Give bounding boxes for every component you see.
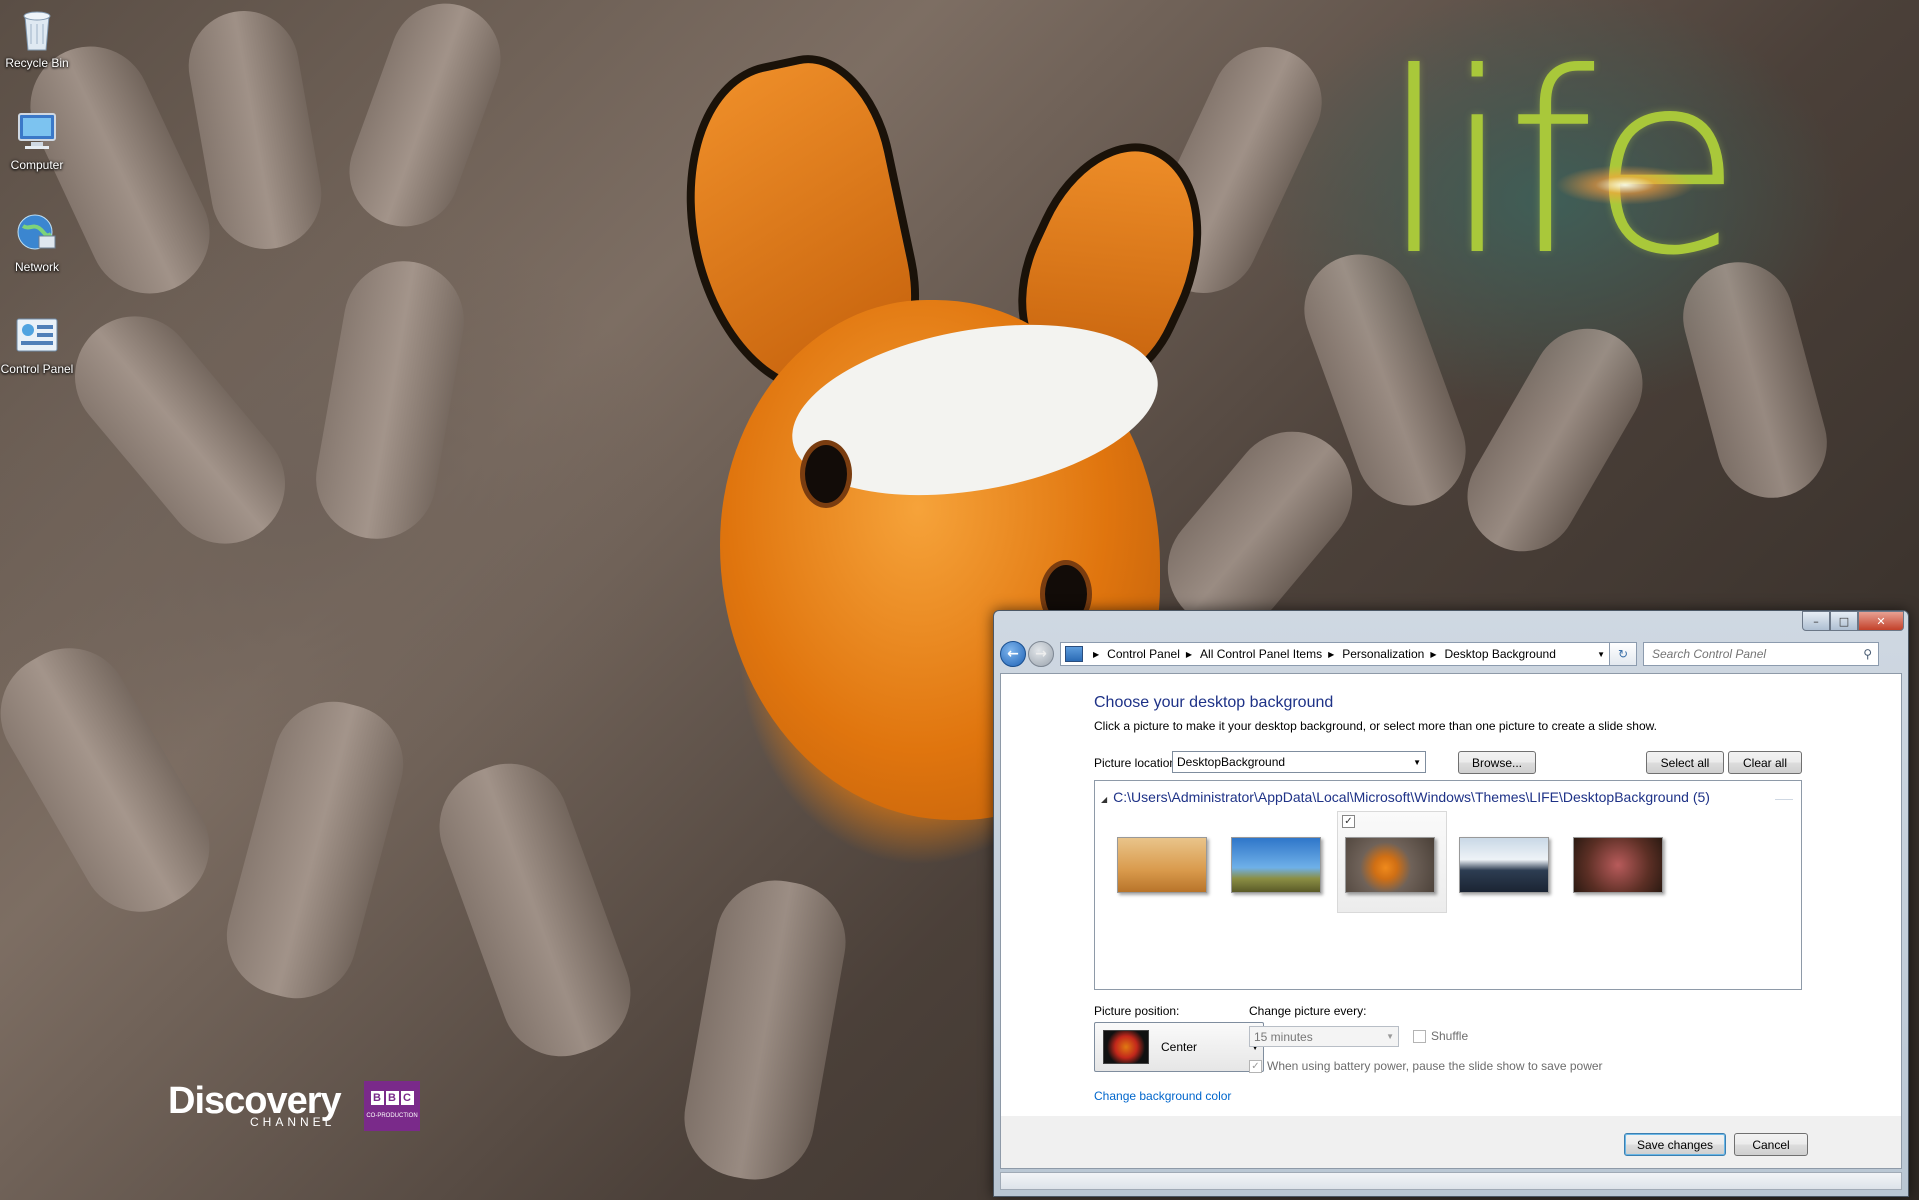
bbc-logo: B B C CO-PRODUCTION [364,1081,420,1131]
desktop-icon-label: Control Panel [0,362,74,376]
desktop-icon-control-panel[interactable]: Control Panel [0,306,74,376]
battery-checkbox[interactable]: ✓ [1249,1059,1262,1073]
page-subtitle: Click a picture to make it your desktop … [1094,719,1657,733]
picture-location-label: Picture location: [1094,756,1180,770]
group-divider [1775,799,1793,800]
picture-position-label: Picture position: [1094,1004,1180,1018]
browse-button[interactable]: Browse... [1458,751,1536,774]
forward-arrow-icon: → [1035,646,1047,662]
desktop-icon-recycle-bin[interactable]: Recycle Bin [0,0,74,70]
picture-location-select[interactable]: DesktopBackground ▼ [1172,751,1426,773]
folder-group-header[interactable]: ◢ C:\Users\Administrator\AppData\Local\Mi… [1101,789,1710,805]
picture-gallery: ◢ C:\Users\Administrator\AppData\Local\Mi… [1094,780,1802,990]
breadcrumb-separator-icon[interactable]: ▶ [1093,650,1099,659]
page-title: Choose your desktop background [1094,694,1334,711]
breadcrumb-separator-icon[interactable]: ▶ [1430,650,1436,659]
desktop-icon-label: Computer [10,158,64,172]
change-every-select[interactable]: 15 minutes ▼ [1249,1026,1399,1047]
breadcrumb-desktop-background[interactable]: Desktop Background [1444,647,1555,661]
bbc-letter: B [370,1091,384,1105]
position-preview [1103,1030,1149,1064]
address-dropdown-icon[interactable]: ▼ [1597,650,1605,659]
refresh-icon: ↻ [1617,647,1629,661]
picture-location-value: DesktopBackground [1177,755,1286,769]
forward-button[interactable]: → [1028,641,1054,667]
desktop-icon-label: Recycle Bin [5,56,69,70]
shuffle-checkbox[interactable] [1413,1029,1426,1043]
bbc-letter: C [400,1091,414,1105]
thumbnail-clownfish[interactable] [1345,837,1435,893]
picture-position-select[interactable]: Center ▼ [1094,1022,1264,1072]
battery-option[interactable]: ✓ When using battery power, pause the sl… [1249,1059,1603,1073]
navigation-bar: ← → ▶ Control Panel ▶ All Control Panel … [1000,641,1902,667]
back-button[interactable]: ← [1000,641,1026,667]
select-all-button[interactable]: Select all [1646,751,1724,774]
breadcrumb-separator-icon[interactable]: ▶ [1328,650,1334,659]
thumbnail-dragon-tree[interactable] [1231,837,1321,893]
shuffle-label: Shuffle [1431,1029,1469,1043]
thumbnail-red-coral[interactable] [1573,837,1663,893]
network-icon [15,212,59,256]
lens-flare [1555,165,1695,205]
status-bar [1000,1172,1902,1190]
battery-label: When using battery power, pause the slid… [1267,1059,1603,1073]
breadcrumb-control-panel[interactable]: Control Panel [1107,647,1180,661]
address-bar[interactable]: ▶ Control Panel ▶ All Control Panel Item… [1060,642,1610,666]
computer-icon [15,110,59,154]
shuffle-option[interactable]: Shuffle [1413,1029,1468,1043]
thumbnail-desert-chameleon[interactable] [1117,837,1207,893]
change-every-label: Change picture every: [1249,1004,1367,1018]
back-arrow-icon: ← [1007,646,1019,662]
search-icon[interactable]: ⚲ [1863,647,1872,661]
control-panel-icon [1065,646,1083,662]
thumbnail-penguin-shore[interactable] [1459,837,1549,893]
bbc-coproduction: CO-PRODUCTION [366,1113,418,1119]
desktop-background-window: – □ ✕ ← → ▶ Control Panel ▶ All Control … [993,610,1909,1197]
cancel-button[interactable]: Cancel [1734,1133,1808,1156]
desktop-icon-label: Network [14,260,59,274]
discovery-channel-text: CHANNEL [250,1115,336,1129]
content-pane: Choose your desktop background Click a p… [1000,673,1902,1117]
breadcrumb-all-items[interactable]: All Control Panel Items [1200,647,1322,661]
maximize-button[interactable]: □ [1830,611,1858,631]
chevron-down-icon: ▼ [1386,1032,1394,1041]
thumbnail-checkbox[interactable]: ✓ [1342,815,1355,828]
search-box[interactable]: ⚲ [1643,642,1879,666]
folder-path-text: C:\Users\Administrator\AppData\Local\Mic… [1113,789,1710,805]
window-controls: – □ ✕ [1802,611,1904,631]
desktop-icon-computer[interactable]: Computer [0,102,74,172]
breadcrumb-separator-icon[interactable]: ▶ [1186,650,1192,659]
chevron-down-icon: ▼ [1413,757,1421,767]
clear-all-button[interactable]: Clear all [1728,751,1802,774]
recycle-bin-icon [15,8,59,52]
control-panel-icon [15,314,59,358]
life-logo: life [1380,19,1743,310]
minimize-button[interactable]: – [1802,611,1830,631]
change-background-color-link[interactable]: Change background color [1094,1089,1231,1103]
bbc-letter: B [385,1091,399,1105]
refresh-button[interactable]: ↻ [1610,642,1637,666]
button-bar: Save changes Cancel [1000,1116,1902,1169]
breadcrumb-personalization[interactable]: Personalization [1342,647,1424,661]
search-input[interactable] [1650,646,1854,662]
picture-position-value: Center [1161,1040,1198,1054]
save-changes-button[interactable]: Save changes [1624,1133,1726,1156]
desktop-icon-network[interactable]: Network [0,204,74,274]
change-every-value: 15 minutes [1254,1029,1313,1044]
collapse-triangle-icon[interactable]: ◢ [1101,795,1107,804]
close-button[interactable]: ✕ [1858,611,1904,631]
